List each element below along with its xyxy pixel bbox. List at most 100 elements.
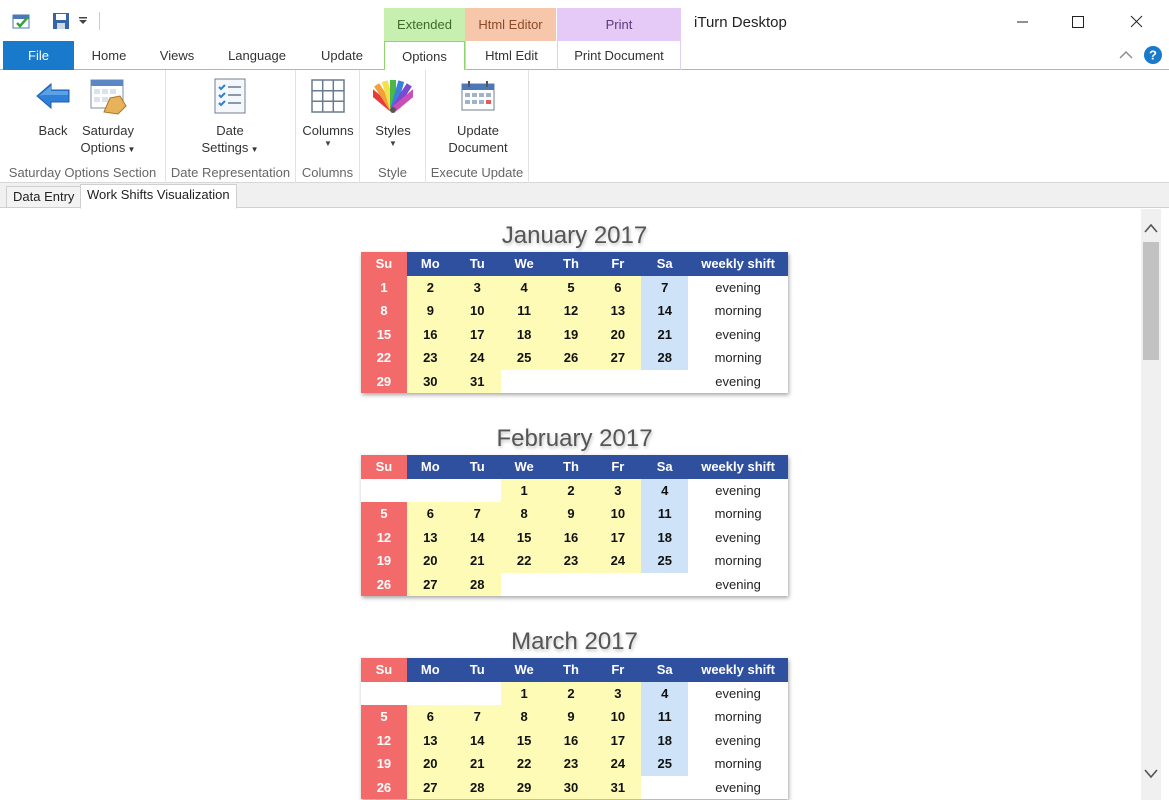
tab-language[interactable]: Language [220,41,294,70]
day-cell[interactable]: 25 [641,752,689,776]
day-cell[interactable]: 21 [453,549,501,573]
day-cell[interactable]: 23 [406,346,454,370]
maximize-button[interactable] [1049,0,1107,41]
saturday-options-button[interactable]: Saturday Options ▼ [78,76,138,158]
day-cell[interactable]: 24 [453,346,501,370]
day-cell[interactable]: 28 [453,572,501,596]
help-icon[interactable]: ? [1143,45,1163,68]
day-cell[interactable]: 8 [500,502,548,526]
collapse-ribbon-icon[interactable] [1118,48,1134,65]
scroll-up-icon[interactable] [1143,221,1159,238]
day-cell[interactable]: 3 [594,478,642,502]
day-cell[interactable]: 4 [641,681,689,705]
day-cell[interactable]: 19 [547,322,595,346]
tab-views[interactable]: Views [148,41,206,70]
scroll-down-icon[interactable] [1143,766,1159,783]
day-cell[interactable]: 1 [500,478,548,502]
day-cell[interactable]: 3 [453,275,501,299]
styles-button[interactable]: Styles ▼ [366,76,420,149]
day-cell[interactable]: 10 [453,299,501,323]
tab-file[interactable]: File [3,41,74,70]
day-cell[interactable]: 17 [453,322,501,346]
context-tab-print[interactable]: Print [557,8,681,41]
save-icon[interactable] [52,12,70,33]
day-cell[interactable]: 17 [594,728,642,752]
day-cell[interactable]: 19 [361,549,407,573]
day-cell[interactable]: 7 [641,275,689,299]
day-cell[interactable] [361,478,407,502]
day-cell[interactable]: 16 [406,322,454,346]
day-cell[interactable]: 6 [406,502,454,526]
day-cell[interactable]: 21 [641,322,689,346]
day-cell[interactable]: 9 [406,299,454,323]
day-cell[interactable] [453,681,501,705]
day-cell[interactable]: 6 [594,275,642,299]
day-cell[interactable]: 20 [406,549,454,573]
day-cell[interactable]: 5 [361,705,407,729]
day-cell[interactable]: 23 [547,549,595,573]
day-cell[interactable]: 3 [594,681,642,705]
day-cell[interactable]: 25 [500,346,548,370]
day-cell[interactable]: 17 [594,525,642,549]
close-button[interactable] [1107,0,1165,41]
day-cell[interactable]: 2 [547,681,595,705]
tab-home[interactable]: Home [80,41,138,70]
day-cell[interactable]: 25 [641,549,689,573]
day-cell[interactable]: 11 [641,502,689,526]
day-cell[interactable]: 18 [641,728,689,752]
customize-quick-access-icon[interactable] [78,14,88,29]
day-cell[interactable]: 5 [547,275,595,299]
day-cell[interactable]: 12 [361,728,407,752]
day-cell[interactable]: 13 [406,728,454,752]
scrollbar-thumb[interactable] [1143,242,1159,360]
day-cell[interactable] [547,369,595,393]
day-cell[interactable]: 11 [500,299,548,323]
day-cell[interactable]: 26 [361,775,407,799]
day-cell[interactable]: 23 [547,752,595,776]
day-cell[interactable]: 9 [547,705,595,729]
day-cell[interactable]: 20 [406,752,454,776]
day-cell[interactable]: 31 [594,775,642,799]
vertical-scrollbar[interactable] [1141,209,1161,800]
day-cell[interactable]: 22 [361,346,407,370]
back-button[interactable]: Back [28,76,78,139]
day-cell[interactable] [406,478,454,502]
day-cell[interactable] [641,572,689,596]
tab-print-document[interactable]: Print Document [557,41,681,70]
day-cell[interactable]: 4 [641,478,689,502]
day-cell[interactable] [641,775,689,799]
day-cell[interactable]: 27 [406,775,454,799]
day-cell[interactable]: 8 [500,705,548,729]
day-cell[interactable]: 19 [361,752,407,776]
day-cell[interactable]: 16 [547,728,595,752]
tab-data-entry[interactable]: Data Entry [6,186,82,208]
day-cell[interactable] [594,572,642,596]
day-cell[interactable]: 1 [361,275,407,299]
app-icon[interactable] [12,12,32,33]
day-cell[interactable]: 21 [453,752,501,776]
day-cell[interactable] [500,572,548,596]
day-cell[interactable]: 13 [406,525,454,549]
day-cell[interactable]: 22 [500,549,548,573]
day-cell[interactable]: 7 [453,502,501,526]
day-cell[interactable]: 1 [500,681,548,705]
day-cell[interactable]: 31 [453,369,501,393]
day-cell[interactable]: 8 [361,299,407,323]
context-tab-html-editor[interactable]: Html Editor [465,8,556,41]
day-cell[interactable]: 29 [500,775,548,799]
tab-html-edit[interactable]: Html Edit [465,41,557,70]
day-cell[interactable]: 12 [547,299,595,323]
day-cell[interactable]: 10 [594,705,642,729]
day-cell[interactable] [453,478,501,502]
day-cell[interactable]: 26 [361,572,407,596]
day-cell[interactable]: 18 [641,525,689,549]
day-cell[interactable]: 29 [361,369,407,393]
day-cell[interactable]: 18 [500,322,548,346]
day-cell[interactable] [641,369,689,393]
day-cell[interactable]: 22 [500,752,548,776]
day-cell[interactable]: 24 [594,752,642,776]
day-cell[interactable]: 15 [500,525,548,549]
day-cell[interactable]: 13 [594,299,642,323]
day-cell[interactable]: 11 [641,705,689,729]
day-cell[interactable]: 28 [453,775,501,799]
